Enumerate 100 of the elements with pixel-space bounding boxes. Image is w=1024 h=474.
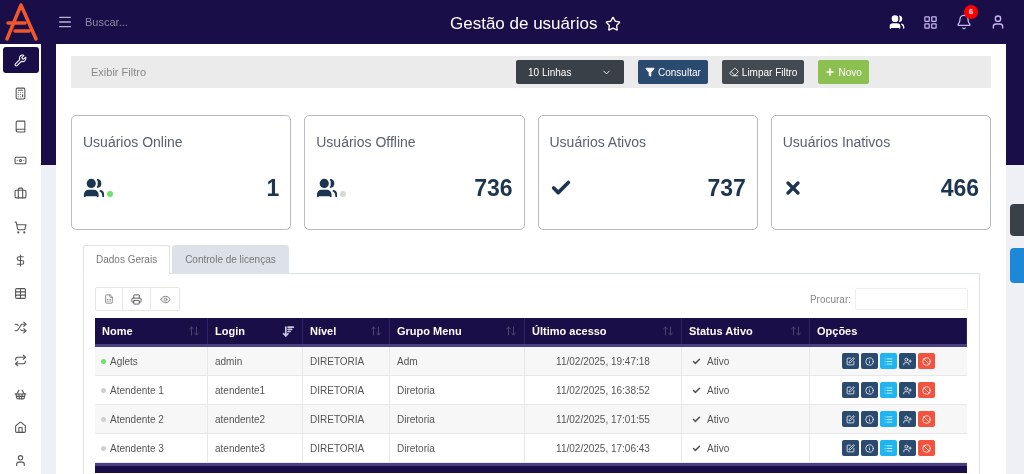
add-user-button[interactable] <box>899 411 916 427</box>
spreadsheet-icon <box>104 294 114 304</box>
logo <box>3 3 39 41</box>
column-header[interactable]: Grupo Menu <box>390 318 525 344</box>
table-cell: admin <box>208 347 303 375</box>
user-name: Atendente 1 <box>110 383 164 398</box>
printer-icon <box>131 293 142 305</box>
table-cell: Diretoria <box>390 434 525 462</box>
table-cell: Diretoria <box>390 376 525 404</box>
edit-icon <box>846 356 855 366</box>
card-value: 737 <box>707 174 746 203</box>
shuffle-icon <box>14 320 27 334</box>
repeat-icon <box>14 354 27 368</box>
edit-button[interactable] <box>842 353 859 369</box>
status-text: Ativo <box>707 412 730 427</box>
table-cell: DIRETORIA <box>303 405 390 433</box>
table-cell: Diretoria <box>390 405 525 433</box>
filter-icon <box>645 67 655 77</box>
info-button[interactable] <box>861 353 878 369</box>
table-cell: DIRETORIA <box>303 434 390 462</box>
block-button[interactable] <box>918 440 935 456</box>
block-button[interactable] <box>918 411 935 427</box>
table-cell: atendente2 <box>208 405 303 433</box>
home-icon <box>14 421 27 434</box>
info-button[interactable] <box>861 411 878 427</box>
basket-icon <box>14 387 27 401</box>
status-text: Ativo <box>707 441 730 456</box>
sort-icon[interactable] <box>282 324 295 338</box>
search-field[interactable]: Buscar... <box>85 13 285 31</box>
card-value: 1 <box>266 174 280 203</box>
edit-button[interactable] <box>842 440 859 456</box>
table-cell: 11/02/2025, 17:01:55 <box>525 405 682 433</box>
grid-icon[interactable] <box>923 14 938 30</box>
column-header[interactable]: Login <box>208 318 303 344</box>
table-cell: Adm <box>390 347 525 375</box>
column-header[interactable]: Opções <box>810 318 967 344</box>
bell-icon[interactable] <box>956 14 972 30</box>
table-cell: atendente1 <box>208 376 303 404</box>
users-icon[interactable] <box>889 14 905 30</box>
wrench-icon <box>14 53 27 67</box>
right-handle[interactable] <box>1010 204 1024 236</box>
tab[interactable]: Controle de licenças <box>172 245 289 274</box>
edit-icon <box>846 414 855 424</box>
block-icon <box>922 385 931 395</box>
table-cell: DIRETORIA <box>303 376 390 404</box>
eye-icon <box>159 293 171 305</box>
list-icon <box>884 414 893 424</box>
list-icon <box>884 443 893 453</box>
block-icon <box>922 356 931 366</box>
add-user-button[interactable] <box>899 353 916 369</box>
briefcase-icon <box>14 187 27 201</box>
block-button[interactable] <box>918 353 935 369</box>
edit-icon <box>846 385 855 395</box>
query-button[interactable]: Consultar <box>638 60 708 84</box>
edit-button[interactable] <box>842 382 859 398</box>
star-icon[interactable] <box>605 15 622 32</box>
card-title: Usuários Online <box>83 133 184 152</box>
info-button[interactable] <box>861 382 878 398</box>
sidebar-item[interactable] <box>2 47 39 74</box>
add-user-button[interactable] <box>899 382 916 398</box>
user-plus-icon <box>903 385 912 395</box>
user-name: Atendente 2 <box>110 412 164 427</box>
card-value: 466 <box>940 174 979 203</box>
menu-icon[interactable] <box>57 14 73 30</box>
users-icon <box>316 177 339 200</box>
user-plus-icon <box>903 414 912 424</box>
info-icon <box>865 385 874 395</box>
block-button[interactable] <box>918 382 935 398</box>
edit-button[interactable] <box>842 411 859 427</box>
user-name: Atendente 3 <box>110 441 164 456</box>
table-cell: 11/02/2025, 17:06:43 <box>525 434 682 462</box>
check-icon <box>692 385 701 395</box>
info-icon <box>865 443 874 453</box>
add-user-button[interactable] <box>899 440 916 456</box>
user-icon <box>14 454 27 468</box>
status-text: Ativo <box>707 354 730 369</box>
tab[interactable]: Dados Gerais <box>83 245 171 274</box>
info-icon <box>865 414 874 424</box>
status-text: Ativo <box>707 383 730 398</box>
user-plus-icon <box>903 356 912 366</box>
search-label: Procurar: <box>809 292 851 307</box>
dollar-icon <box>14 254 27 268</box>
info-button[interactable] <box>861 440 878 456</box>
column-header[interactable]: Nome <box>95 318 208 344</box>
plus-icon <box>825 67 836 77</box>
right-handle[interactable] <box>1010 248 1024 283</box>
block-icon <box>922 443 931 453</box>
calculator-icon <box>14 87 27 101</box>
user-icon[interactable] <box>990 14 1006 30</box>
table-icon <box>14 287 27 301</box>
rows-select[interactable]: 10 Linhas <box>516 60 624 84</box>
notification-badge: 6 <box>964 5 978 19</box>
card-value: 736 <box>474 174 513 203</box>
check-icon <box>692 414 701 424</box>
user-name: Aglets <box>110 354 138 369</box>
column-header[interactable]: Nível <box>303 318 390 344</box>
column-header[interactable]: Último acesso <box>525 318 682 344</box>
page-title: Gestão de usuários <box>450 13 598 35</box>
column-header[interactable]: Status Ativo <box>682 318 810 344</box>
clear-button[interactable]: Limpar Filtro <box>721 60 805 84</box>
